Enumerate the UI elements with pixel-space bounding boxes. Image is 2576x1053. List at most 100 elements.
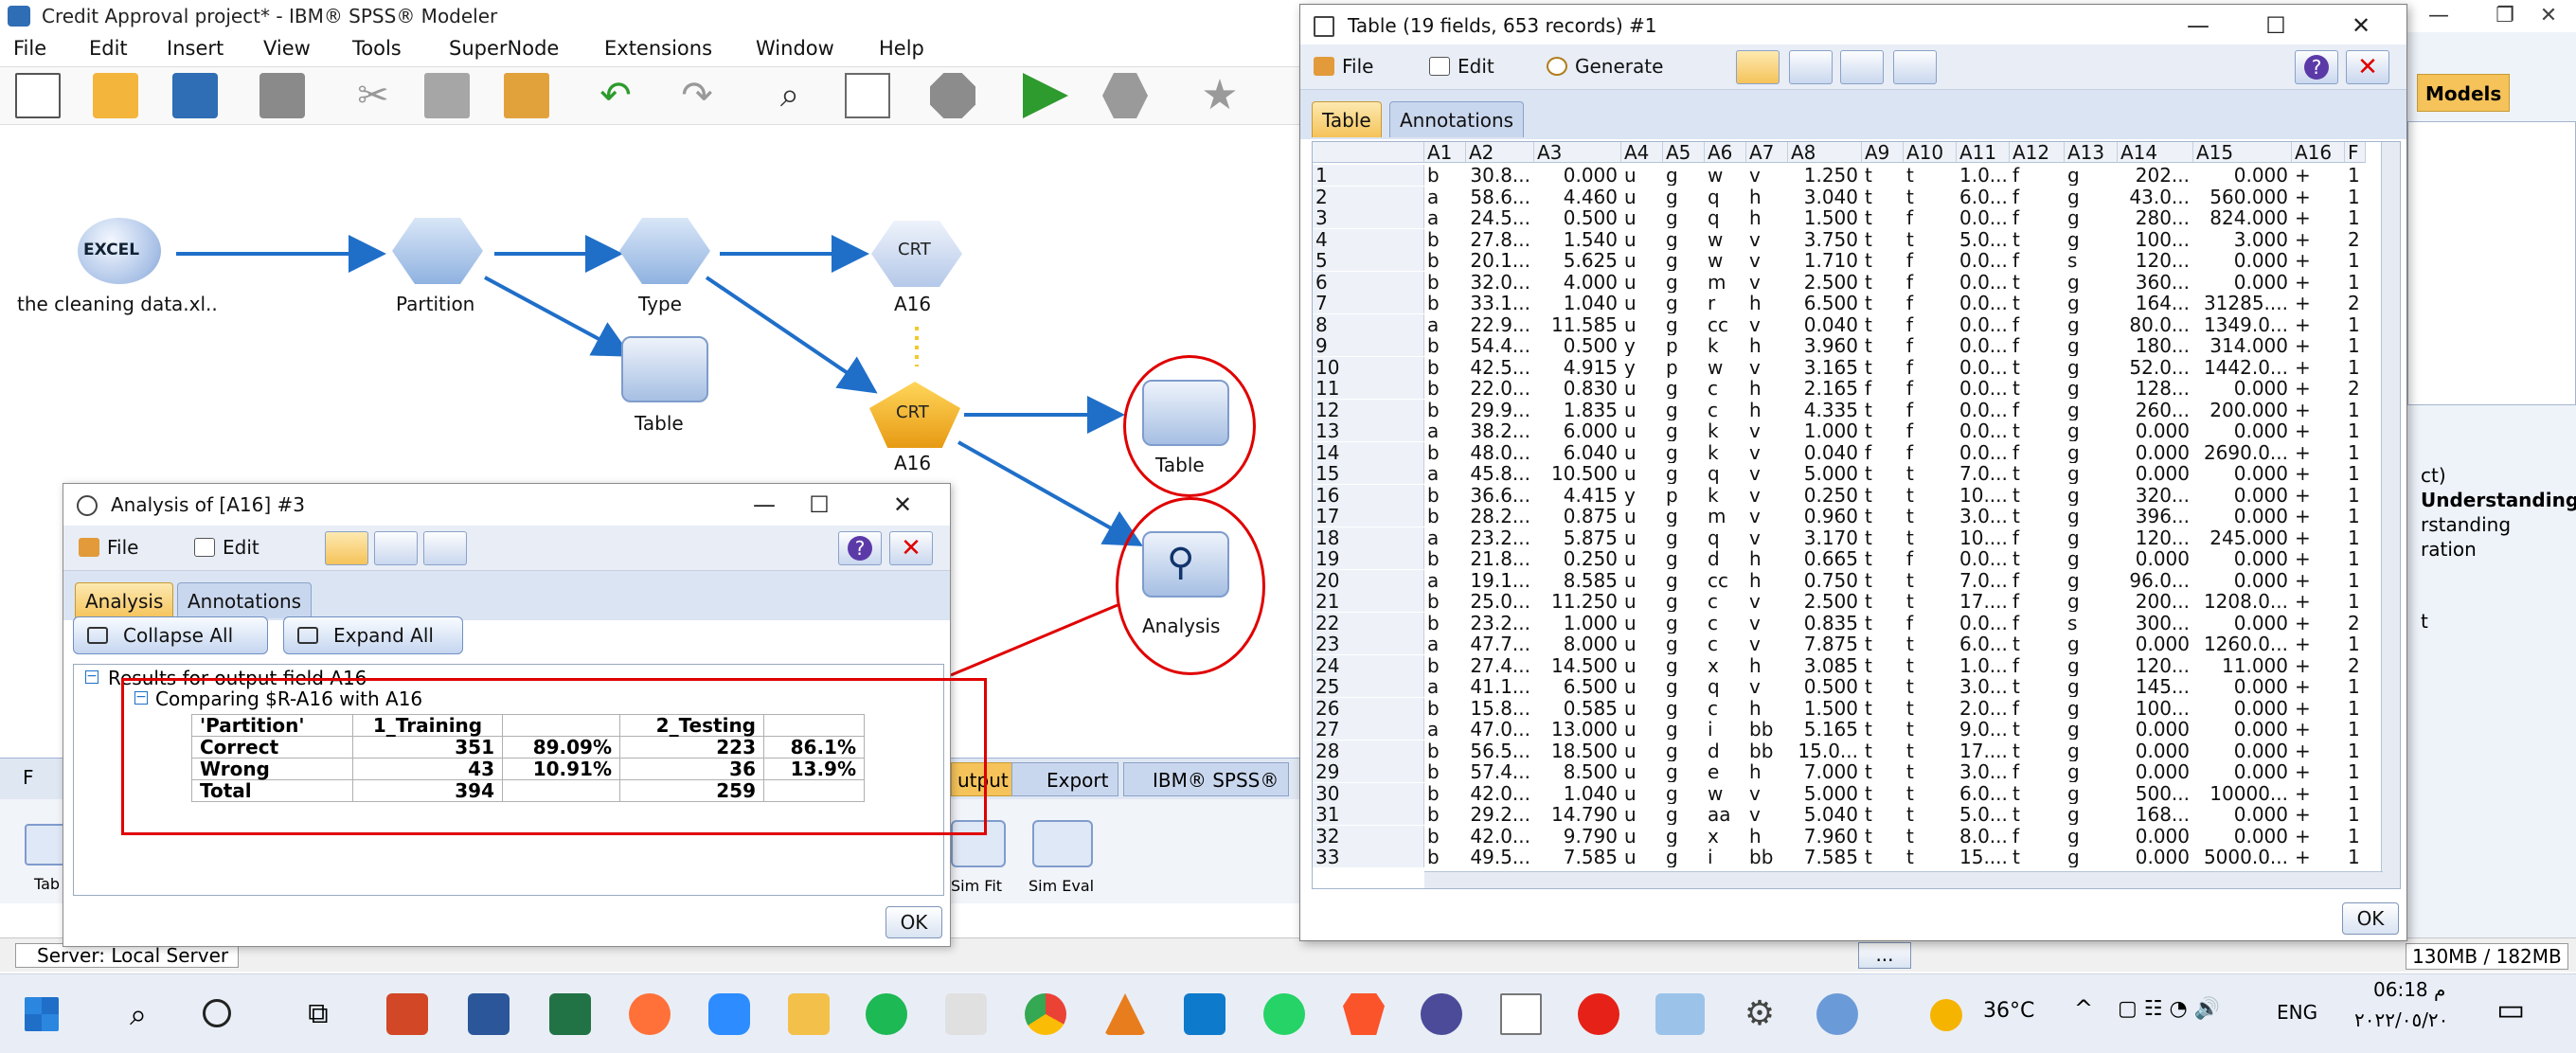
table-cell[interactable]: 3.170 [1788, 527, 1862, 548]
table-cell[interactable]: + [2292, 378, 2345, 399]
close-icon[interactable]: ✕ [2515, 0, 2576, 32]
table-cell[interactable]: + [2292, 420, 2345, 441]
menu-help[interactable]: Help [879, 32, 924, 64]
table-cell[interactable]: k [1705, 335, 1746, 356]
table-cell[interactable]: bb [1746, 847, 1788, 867]
table-cell[interactable]: 5000.0... [2193, 847, 2292, 867]
table-cell[interactable]: t [1862, 527, 1904, 548]
table-cell[interactable]: b [1424, 847, 1466, 867]
table-cell[interactable]: 6.040 [1534, 442, 1621, 463]
table-cell[interactable]: g [1663, 570, 1705, 591]
table-maximize-icon[interactable]: ☐ [2247, 5, 2304, 46]
notepad-icon[interactable] [1500, 993, 1542, 1035]
palette-tab-f[interactable]: F [23, 766, 34, 789]
spss-task-icon[interactable] [1655, 993, 1705, 1035]
table-cell[interactable]: g [2065, 400, 2118, 420]
row-number[interactable]: 22 [1313, 612, 1424, 634]
table-cell[interactable]: 824.000 [2193, 207, 2292, 228]
table-cell[interactable]: x [1705, 655, 1746, 676]
analysis-print-button[interactable] [374, 531, 418, 565]
table-cell[interactable]: 1 [2345, 207, 2366, 228]
help-icon[interactable]: ? [838, 531, 882, 565]
table-cell[interactable]: 0.000 [2193, 250, 2292, 271]
table-cell[interactable]: 360... [2118, 272, 2193, 293]
table-cell[interactable]: g [2065, 698, 2118, 719]
table-cell[interactable]: u [1621, 826, 1663, 847]
table-cell[interactable]: k [1705, 420, 1746, 441]
table-cell[interactable]: 0.000 [2193, 698, 2292, 719]
row-number[interactable]: 8 [1313, 313, 1424, 335]
table-cell[interactable]: h [1746, 570, 1788, 591]
table-cell[interactable]: g [2065, 420, 2118, 441]
table-cell[interactable]: u [1621, 741, 1663, 761]
table-cell[interactable]: 0.0... [1957, 613, 2010, 634]
table-cell[interactable]: s [2065, 613, 2118, 634]
table-cell[interactable]: u [1621, 442, 1663, 463]
tray-icons[interactable]: ▢ ☷ ◔ 🔊 [2118, 997, 2220, 1021]
table-cell[interactable]: t [2010, 357, 2065, 378]
table-cell[interactable]: 3.000 [2193, 229, 2292, 250]
palette-tab-export[interactable]: Export [1011, 762, 1119, 796]
table-cell[interactable]: t [1862, 655, 1904, 676]
table-cell[interactable]: f [2010, 314, 2065, 335]
column-header[interactable]: A7 [1746, 142, 1788, 163]
table-cell[interactable]: b [1424, 335, 1466, 356]
star-icon[interactable]: ★ [1197, 73, 1243, 118]
table-cell[interactable]: f [2010, 570, 2065, 591]
table-cell[interactable]: g [1663, 826, 1705, 847]
table-cell[interactable]: + [2292, 741, 2345, 761]
table-cell[interactable]: 42.5... [1466, 357, 1534, 378]
table-cell[interactable]: v [1746, 357, 1788, 378]
table-cell[interactable]: 5.0... [1957, 229, 2010, 250]
table-cell[interactable]: c [1705, 400, 1746, 420]
whatsapp-icon[interactable] [1263, 993, 1305, 1035]
crisp-line-4[interactable]: ration [2421, 538, 2477, 561]
table-cell[interactable]: b [1424, 357, 1466, 378]
table-cell[interactable]: y [1621, 335, 1663, 356]
table-cell[interactable]: 1 [2345, 570, 2366, 591]
table-cell[interactable]: 0.250 [1534, 548, 1621, 569]
table-view-button[interactable] [1736, 50, 1780, 84]
table-cell[interactable]: 2 [2345, 229, 2366, 250]
zoom-icon[interactable] [708, 993, 750, 1035]
table-cell[interactable]: 1 [2345, 442, 2366, 463]
table-cell[interactable]: g [1663, 506, 1705, 526]
table-cell[interactable]: 2.500 [1788, 591, 1862, 612]
supernode-icon[interactable] [1102, 73, 1148, 118]
table-cell[interactable]: f [2010, 527, 2065, 548]
table-cell[interactable]: 2 [2345, 293, 2366, 313]
open-icon[interactable] [93, 73, 138, 118]
table-cell[interactable]: 4.415 [1534, 485, 1621, 506]
table-cell[interactable]: f [1904, 420, 1957, 441]
table-cell[interactable]: m [1705, 506, 1746, 526]
table-cell[interactable]: t [1862, 400, 1904, 420]
table-cell[interactable]: c [1705, 378, 1746, 399]
table-cell[interactable]: q [1705, 676, 1746, 697]
analysis-maximize-icon[interactable]: ☐ [791, 484, 848, 526]
table-cell[interactable]: 29.2... [1466, 804, 1534, 825]
table-cell[interactable]: t [1904, 804, 1957, 825]
table-cell[interactable]: 10.500 [1534, 463, 1621, 484]
table-cell[interactable]: t [1862, 698, 1904, 719]
table-cell[interactable]: 0.835 [1788, 613, 1862, 634]
table-cell[interactable]: + [2292, 761, 2345, 782]
table-cell[interactable]: g [2065, 719, 2118, 740]
table-export-button[interactable] [1840, 50, 1884, 84]
column-header[interactable]: A8 [1788, 142, 1862, 163]
table-cell[interactable]: 22.0... [1466, 378, 1534, 399]
row-number[interactable]: 6 [1313, 271, 1424, 293]
table-cell[interactable]: u [1621, 314, 1663, 335]
table-cell[interactable]: 0.000 [2193, 719, 2292, 740]
copy-icon[interactable] [424, 73, 470, 118]
table-cell[interactable]: u [1621, 634, 1663, 654]
table-cell[interactable]: g [2065, 485, 2118, 506]
table-cell[interactable]: + [2292, 506, 2345, 526]
table-cell[interactable]: 1 [2345, 165, 2366, 186]
table-cell[interactable]: + [2292, 485, 2345, 506]
table-cell[interactable]: 58.6... [1466, 187, 1534, 207]
edit-stream-icon[interactable] [845, 73, 890, 118]
row-number[interactable]: 18 [1313, 526, 1424, 548]
table-cell[interactable]: u [1621, 187, 1663, 207]
table-cell[interactable]: b [1424, 783, 1466, 804]
settings-gear-icon[interactable]: ⚙ [1739, 993, 1780, 1035]
